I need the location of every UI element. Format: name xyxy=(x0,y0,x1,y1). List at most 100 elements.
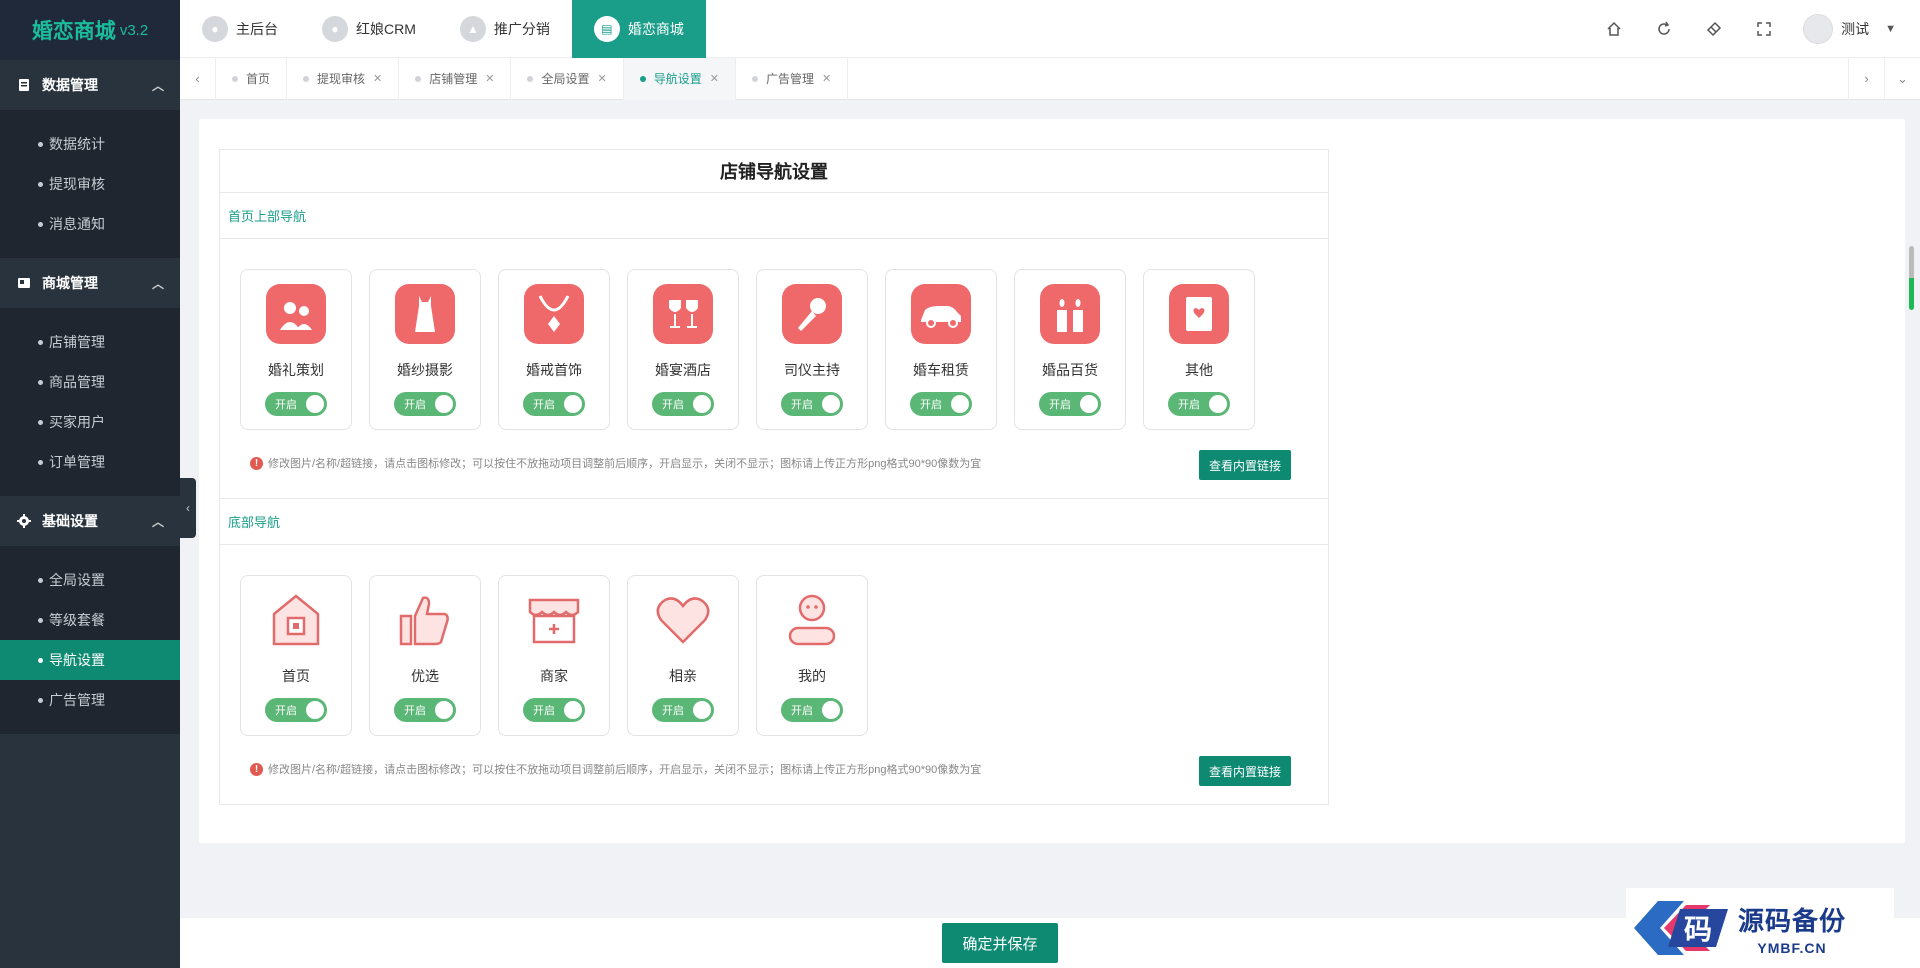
watermark: 码 源码备份 YMBF.CN xyxy=(1626,888,1894,968)
sidebar-item-buyers[interactable]: 买家用户 xyxy=(0,402,180,442)
menu-group-data[interactable]: 数据管理 ︿ xyxy=(0,60,180,110)
section-bottom-nav: 首页 开启 优选 开启 商家 开启 相亲 开启 我的 开启 ! 修改图片/名称/… xyxy=(219,545,1329,805)
topnav-crm[interactable]: ● 红娘CRM xyxy=(300,0,438,58)
nav-card-mine[interactable]: 我的 开启 xyxy=(756,575,868,736)
topnav-main[interactable]: ● 主后台 xyxy=(180,0,300,58)
app-logo[interactable]: 婚恋商城 v3.2 xyxy=(0,0,180,60)
close-icon[interactable]: ✕ xyxy=(710,72,719,85)
section-heading-top: 首页上部导航 xyxy=(219,193,1329,239)
sidebar-item-withdraw[interactable]: 提现审核 xyxy=(0,164,180,204)
topnav-mall[interactable]: ▤ 婚恋商城 xyxy=(571,0,706,58)
enable-toggle[interactable]: 开启 xyxy=(652,698,714,722)
heart-icon xyxy=(653,590,713,650)
sidebar-item-stats[interactable]: 数据统计 xyxy=(0,124,180,164)
section-top-nav: 婚礼策划 开启 婚纱摄影 开启 婚戒首饰 开启 婚宴酒店 开启 司仪主持 开启 … xyxy=(219,239,1329,499)
topnav-promo[interactable]: ▲ 推广分销 xyxy=(438,0,572,58)
close-icon[interactable]: ✕ xyxy=(598,72,607,85)
nav-settings-form: 店铺导航设置 首页上部导航 婚礼策划 开启 婚纱摄影 开启 婚戒首饰 开启 婚宴… xyxy=(219,149,1329,805)
fullscreen-icon[interactable] xyxy=(1739,21,1789,37)
sidebar-item-shops[interactable]: 店铺管理 xyxy=(0,322,180,362)
tab-global[interactable]: 全局设置 ✕ xyxy=(511,57,624,100)
scrollbar[interactable] xyxy=(1909,246,1914,310)
nav-card-wedding-photo[interactable]: 婚纱摄影 开启 xyxy=(369,269,481,430)
sidebar-item-levels[interactable]: 等级套餐 xyxy=(0,600,180,640)
user-icon: ● xyxy=(202,15,228,42)
warning-icon: ! xyxy=(250,456,263,470)
enable-toggle[interactable]: 开启 xyxy=(910,392,972,416)
tab-nav-settings[interactable]: 导航设置 ✕ xyxy=(623,57,736,100)
sidebar-item-orders[interactable]: 订单管理 xyxy=(0,442,180,482)
couple-icon xyxy=(266,284,326,344)
close-icon[interactable]: ✕ xyxy=(373,72,382,85)
enable-toggle[interactable]: 开启 xyxy=(1039,392,1101,416)
tabs-menu-button[interactable]: ⌄ xyxy=(1884,57,1920,100)
nav-card-wedding-goods[interactable]: 婚品百货 开启 xyxy=(1014,269,1126,430)
hint-text: ! 修改图片/名称/超链接，请点击图标修改；可以按住不放拖动项目调整前后顺序，开… xyxy=(240,754,1308,784)
section-heading-bottom: 底部导航 xyxy=(219,499,1329,545)
tabs-scroll-left-button[interactable]: ‹ xyxy=(180,57,216,100)
nav-card-merchants[interactable]: 商家 开启 xyxy=(498,575,610,736)
home-icon xyxy=(266,590,326,650)
view-builtin-links-button[interactable]: 查看内置链接 xyxy=(1198,450,1291,480)
storefront-icon xyxy=(524,590,584,650)
chevron-up-icon: ︿ xyxy=(151,514,164,529)
save-button[interactable]: 确定并保存 xyxy=(942,923,1058,963)
wine-glass-icon xyxy=(653,284,713,344)
chevron-down-icon: ▼ xyxy=(1885,22,1896,35)
refresh-icon[interactable] xyxy=(1639,21,1689,37)
tab-home[interactable]: 首页 xyxy=(216,57,288,100)
nav-card-car-rental[interactable]: 婚车租赁 开启 xyxy=(885,269,997,430)
thumbs-up-icon xyxy=(395,590,455,650)
enable-toggle[interactable]: 开启 xyxy=(523,392,585,416)
enable-toggle[interactable]: 开启 xyxy=(1168,392,1230,416)
menu-group-basic[interactable]: 基础设置 ︿ xyxy=(0,496,180,546)
chevron-up-icon: ︿ xyxy=(151,78,164,93)
nav-card-home[interactable]: 首页 开启 xyxy=(240,575,352,736)
nav-card-rings-jewelry[interactable]: 婚戒首饰 开启 xyxy=(498,269,610,430)
svg-text:码: 码 xyxy=(1684,913,1712,946)
necklace-icon xyxy=(524,284,584,344)
enable-toggle[interactable]: 开启 xyxy=(523,698,585,722)
clipboard-icon xyxy=(16,77,32,93)
chart-icon: ▲ xyxy=(459,15,486,42)
nav-card-preferred[interactable]: 优选 开启 xyxy=(369,575,481,736)
car-icon xyxy=(911,284,971,344)
hint-text: ! 修改图片/名称/超链接，请点击图标修改；可以按住不放拖动项目调整前后顺序，开… xyxy=(240,448,1308,478)
tab-withdraw[interactable]: 提现审核 ✕ xyxy=(287,57,400,100)
view-builtin-links-button[interactable]: 查看内置链接 xyxy=(1198,756,1291,786)
enable-toggle[interactable]: 开启 xyxy=(781,698,843,722)
warning-icon: ! xyxy=(250,762,263,776)
nav-card-other[interactable]: 其他 开启 xyxy=(1143,269,1255,430)
profile-icon xyxy=(782,590,842,650)
close-icon[interactable]: ✕ xyxy=(485,72,494,85)
enable-toggle[interactable]: 开启 xyxy=(265,392,327,416)
nav-card-mc-host[interactable]: 司仪主持 开启 xyxy=(756,269,868,430)
top-bar: ● 主后台 ● 红娘CRM ▲ 推广分销 ▤ 婚恋商城 测试 ▼ xyxy=(180,0,1920,58)
enable-toggle[interactable]: 开启 xyxy=(394,392,456,416)
menu-group-mall[interactable]: 商城管理 ︿ xyxy=(0,258,180,308)
user-menu[interactable]: 测试 ▼ xyxy=(1803,13,1896,44)
sidebar-item-global[interactable]: 全局设置 xyxy=(0,560,180,600)
tabs-scroll-right-button[interactable]: › xyxy=(1848,57,1884,100)
tab-ads[interactable]: 广告管理 ✕ xyxy=(736,57,849,100)
close-icon[interactable]: ✕ xyxy=(822,72,831,85)
watermark-logo: 码 xyxy=(1634,901,1728,955)
clear-cache-icon[interactable] xyxy=(1689,21,1739,37)
tab-shops[interactable]: 店铺管理 ✕ xyxy=(399,57,512,100)
sidebar-item-messages[interactable]: 消息通知 xyxy=(0,204,180,244)
sidebar-item-ads[interactable]: 广告管理 xyxy=(0,680,180,720)
home-icon[interactable] xyxy=(1589,21,1639,37)
enable-toggle[interactable]: 开启 xyxy=(394,698,456,722)
sidebar-item-nav[interactable]: 导航设置 xyxy=(0,640,180,680)
gear-icon xyxy=(16,513,32,529)
enable-toggle[interactable]: 开启 xyxy=(652,392,714,416)
sidebar-item-products[interactable]: 商品管理 xyxy=(0,362,180,402)
nav-card-blind-date[interactable]: 相亲 开启 xyxy=(627,575,739,736)
nav-card-wedding-planning[interactable]: 婚礼策划 开启 xyxy=(240,269,352,430)
nav-card-banquet-hotel[interactable]: 婚宴酒店 开启 xyxy=(627,269,739,430)
sidebar-collapse-button[interactable]: ‹ xyxy=(180,478,196,538)
book-icon xyxy=(1169,284,1229,344)
candles-icon xyxy=(1040,284,1100,344)
enable-toggle[interactable]: 开启 xyxy=(265,698,327,722)
enable-toggle[interactable]: 开启 xyxy=(781,392,843,416)
